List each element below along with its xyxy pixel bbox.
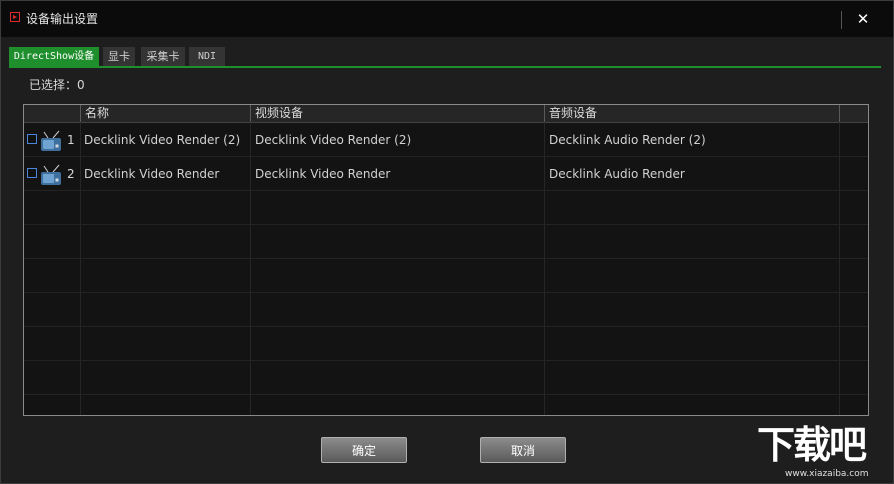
table-header: 名称 视频设备 音频设备 xyxy=(24,105,868,123)
ok-button[interactable]: 确定 xyxy=(321,437,407,463)
row-name: Decklink Video Render xyxy=(84,167,220,181)
row-audio-device: Decklink Audio Render xyxy=(549,167,685,181)
table-row[interactable]: 2 Decklink Video Render Decklink Video R… xyxy=(24,157,868,191)
row-index: 1 xyxy=(67,133,75,147)
row-divider xyxy=(24,326,868,327)
row-divider xyxy=(24,360,868,361)
title-bar: 设备输出设置 ✕ xyxy=(1,1,893,37)
column-header-audio[interactable]: 音频设备 xyxy=(544,105,839,122)
row-divider xyxy=(24,224,868,225)
tab-underline xyxy=(9,66,881,68)
table-row[interactable]: 1 Decklink Video Render (2) Decklink Vid… xyxy=(24,123,868,157)
row-name: Decklink Video Render (2) xyxy=(84,133,241,147)
close-icon[interactable]: ✕ xyxy=(849,7,877,31)
tv-device-icon xyxy=(41,164,61,185)
tab-ndi[interactable]: NDI xyxy=(189,47,225,66)
watermark-url: www.xiazaiba.com xyxy=(785,469,869,479)
row-audio-device: Decklink Audio Render (2) xyxy=(549,133,706,147)
column-header-name[interactable]: 名称 xyxy=(80,105,250,122)
tv-device-icon xyxy=(41,130,61,151)
row-index: 2 xyxy=(67,167,75,181)
selected-count: 已选择：0 xyxy=(29,78,85,92)
column-header-spare xyxy=(839,105,868,122)
row-video-device: Decklink Video Render (2) xyxy=(255,133,412,147)
tab-directshow[interactable]: DirectShow设备 xyxy=(9,47,99,66)
column-header-select xyxy=(24,105,80,122)
row-divider xyxy=(24,394,868,395)
title-separator xyxy=(841,11,842,29)
tab-capture-card[interactable]: 采集卡 xyxy=(141,47,185,66)
row-divider xyxy=(24,292,868,293)
row-checkbox[interactable] xyxy=(27,134,37,144)
row-video-device: Decklink Video Render xyxy=(255,167,391,181)
device-table: 名称 视频设备 音频设备 1 Decklink Video Render (2)… xyxy=(23,104,869,416)
cancel-button[interactable]: 取消 xyxy=(480,437,566,463)
watermark-logo-text: 下载吧 xyxy=(757,423,867,467)
app-play-icon xyxy=(10,12,20,22)
column-header-video[interactable]: 视频设备 xyxy=(250,105,544,122)
watermark-logo: 下载吧 www.xiazaiba.com xyxy=(757,425,891,481)
row-checkbox[interactable] xyxy=(27,168,37,178)
window-title: 设备输出设置 xyxy=(26,12,99,26)
row-divider xyxy=(24,258,868,259)
device-output-settings-dialog: 设备输出设置 ✕ DirectShow设备 显卡 采集卡 NDI 已选择：0 名… xyxy=(0,0,894,484)
tab-graphics-card[interactable]: 显卡 xyxy=(103,47,135,66)
